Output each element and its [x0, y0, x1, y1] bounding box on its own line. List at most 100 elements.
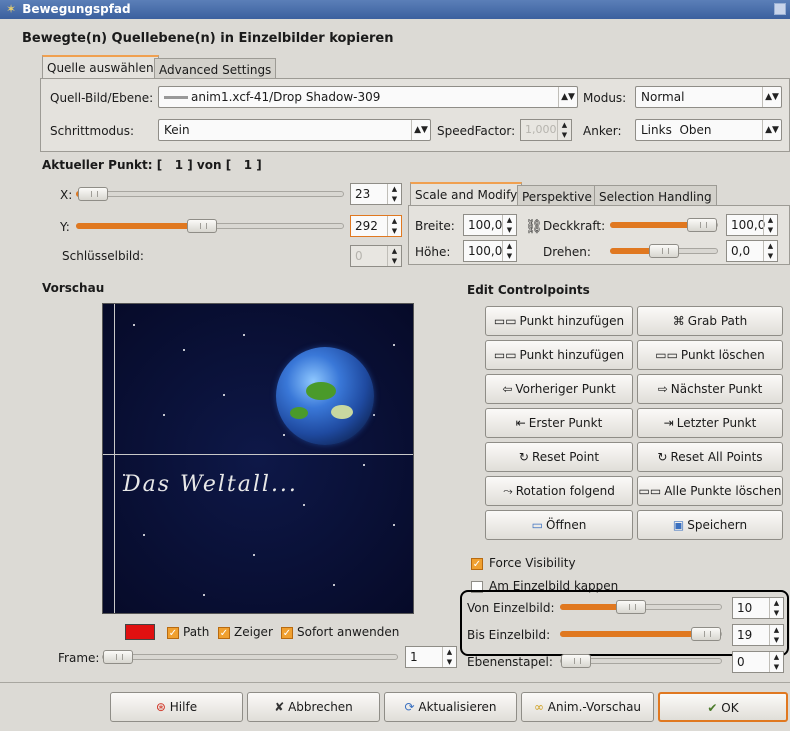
controlpoints-label: Edit Controlpoints [467, 283, 590, 297]
save-button[interactable]: ▣ Speichern [637, 510, 783, 540]
first-point-icon: ⇤ [515, 416, 526, 430]
delete-point-button[interactable]: ▭▭ Punkt löschen [637, 340, 783, 370]
anker-value: Links Oben [641, 123, 712, 137]
add-point-label: Punkt hinzufügen [519, 314, 625, 328]
lifebuoy-icon: ⊛ [155, 700, 166, 714]
frame-label: Frame: [58, 651, 100, 665]
refresh-icon: ⟳ [404, 700, 415, 714]
window-menu-button[interactable] [774, 3, 786, 15]
help-button[interactable]: ⊛ Hilfe [110, 692, 243, 722]
refresh-button[interactable]: ⟳ Aktualisieren [384, 692, 517, 722]
drehen-slider-handle[interactable] [649, 244, 679, 258]
drehen-slider[interactable] [610, 244, 718, 258]
insert-point-button[interactable]: ▭▭ Punkt hinzufügen [485, 340, 633, 370]
frame-value: 1 [410, 650, 418, 664]
preview-canvas[interactable]: Das Weltall... [102, 303, 414, 614]
ebenenstapel-spin[interactable]: 0 ▲ ▼ [732, 651, 784, 673]
y-label: Y: [60, 220, 70, 234]
first-point-button[interactable]: ⇤ Erster Punkt [485, 408, 633, 438]
hoehe-value: 100,0 [468, 244, 503, 258]
planet-image [276, 347, 374, 445]
path-color-swatch[interactable] [125, 624, 155, 640]
add-point-button[interactable]: ▭▭ Punkt hinzufügen [485, 306, 633, 336]
ebenenstapel-slider[interactable] [560, 654, 722, 668]
sofort-label: Sofort anwenden [297, 625, 400, 639]
anim-preview-button[interactable]: ∞ Anim.-Vorschau [521, 692, 654, 722]
anker-select[interactable]: Links Oben ▲▼ [635, 119, 782, 141]
tab-quelle-auswaehlen[interactable]: Quelle auswählen [42, 55, 159, 78]
y-slider[interactable] [76, 219, 344, 233]
chevron-updown-icon: ▲▼ [558, 87, 577, 107]
deckkraft-slider-handle[interactable] [687, 218, 717, 232]
app-icon: ✶ [5, 2, 17, 16]
keyframe-spin[interactable]: 0 ▲ ▼ [350, 245, 402, 267]
chevron-updown-icon: ▲▼ [762, 87, 781, 107]
x-slider[interactable] [76, 187, 344, 201]
breite-spin[interactable]: 100,0 ▲ ▼ [463, 214, 517, 236]
previous-point-button[interactable]: ⇦ Vorheriger Punkt [485, 374, 633, 404]
deckkraft-spin[interactable]: 100,0 ▲ ▼ [726, 214, 778, 236]
zeiger-checkbox[interactable]: ✓ [218, 627, 230, 639]
delete-point-label: Punkt löschen [680, 348, 765, 362]
ok-button[interactable]: ✔ OK [658, 692, 788, 722]
next-point-button[interactable]: ⇨ Nächster Punkt [637, 374, 783, 404]
source-label: Quell-Bild/Ebene: [50, 91, 154, 105]
tab-selection-handling[interactable]: Selection Handling [594, 185, 717, 205]
tab-scale-and-modify[interactable]: Scale and Modify [410, 182, 523, 205]
source-layer-select[interactable]: anim1.xcf-41/Drop Shadow-309 ▲▼ [158, 86, 578, 108]
arrow-right-icon: ⇨ [657, 382, 668, 396]
tab-advanced-settings[interactable]: Advanced Settings [154, 58, 277, 78]
x-slider-handle[interactable] [78, 187, 108, 201]
last-point-icon: ⇥ [663, 416, 674, 430]
deckkraft-slider[interactable] [610, 218, 718, 232]
force-visibility-label: Force Visibility [489, 556, 576, 570]
frame-slider[interactable] [102, 650, 398, 664]
spin-arrows-icon: ▲ ▼ [769, 652, 783, 672]
schrittmodus-select[interactable]: Kein ▲▼ [158, 119, 431, 141]
breite-label: Breite: [415, 219, 455, 233]
modus-select[interactable]: Normal ▲▼ [635, 86, 782, 108]
ebenenstapel-slider-handle[interactable] [561, 654, 591, 668]
keyframe-value: 0 [355, 249, 363, 263]
hoehe-spin[interactable]: 100,0 ▲ ▼ [463, 240, 517, 262]
dialog-heading: Bewegte(n) Quellebene(n) in Einzelbilder… [22, 31, 394, 46]
next-point-label: Nächster Punkt [670, 382, 763, 396]
cancel-button[interactable]: ✘ Abbrechen [247, 692, 380, 722]
path-checkbox[interactable]: ✓ [167, 627, 179, 639]
anker-label: Anker: [583, 124, 622, 138]
sofort-checkbox[interactable]: ✓ [281, 627, 293, 639]
preview-label: Vorschau [42, 281, 105, 295]
spin-arrows-icon: ▲ ▼ [387, 184, 401, 204]
last-point-button[interactable]: ⇥ Letzter Punkt [637, 408, 783, 438]
keyframe-label: Schlüsselbild: [62, 249, 144, 263]
modus-label: Modus: [583, 91, 627, 105]
grab-path-icon: ⌘ [672, 314, 685, 328]
reset-point-button[interactable]: ↻ Reset Point [485, 442, 633, 472]
reset-all-points-label: Reset All Points [670, 450, 763, 464]
help-label: Hilfe [169, 700, 198, 714]
y-slider-handle[interactable] [187, 219, 217, 233]
rotation-follow-button[interactable]: ⤳ Rotation folgend [485, 476, 633, 506]
reset-all-points-button[interactable]: ↻ Reset All Points [637, 442, 783, 472]
tab-perspektive[interactable]: Perspektive [517, 185, 597, 205]
drehen-spin[interactable]: 0,0 ▲ ▼ [726, 240, 778, 262]
frame-slider-handle[interactable] [103, 650, 133, 664]
spin-arrows-icon: ▲ ▼ [763, 215, 777, 235]
last-point-label: Letzter Punkt [676, 416, 757, 430]
delete-all-points-button[interactable]: ▭▭ Alle Punkte löschen [637, 476, 783, 506]
speedfactor-spin[interactable]: 1,000 ▲ ▼ [520, 119, 572, 141]
x-spin[interactable]: 23 ▲ ▼ [350, 183, 402, 205]
open-button[interactable]: ▭ Öffnen [485, 510, 633, 540]
y-spin[interactable]: 292 ▲ ▼ [350, 215, 402, 237]
guide-vertical [114, 304, 115, 613]
deckkraft-value: 100,0 [731, 218, 766, 232]
grab-path-button[interactable]: ⌘ Grab Path [637, 306, 783, 336]
speedfactor-label: SpeedFactor: [437, 124, 516, 138]
frame-spin[interactable]: 1 ▲ ▼ [405, 646, 457, 668]
ok-label: OK [721, 701, 739, 715]
ok-icon: ✔ [707, 701, 718, 715]
insert-point-label: Punkt hinzufügen [519, 348, 625, 362]
chain-link-icon[interactable]: ⛓ [525, 220, 543, 234]
drehen-label: Drehen: [543, 245, 591, 259]
force-visibility-checkbox[interactable]: ✓ [471, 558, 483, 570]
